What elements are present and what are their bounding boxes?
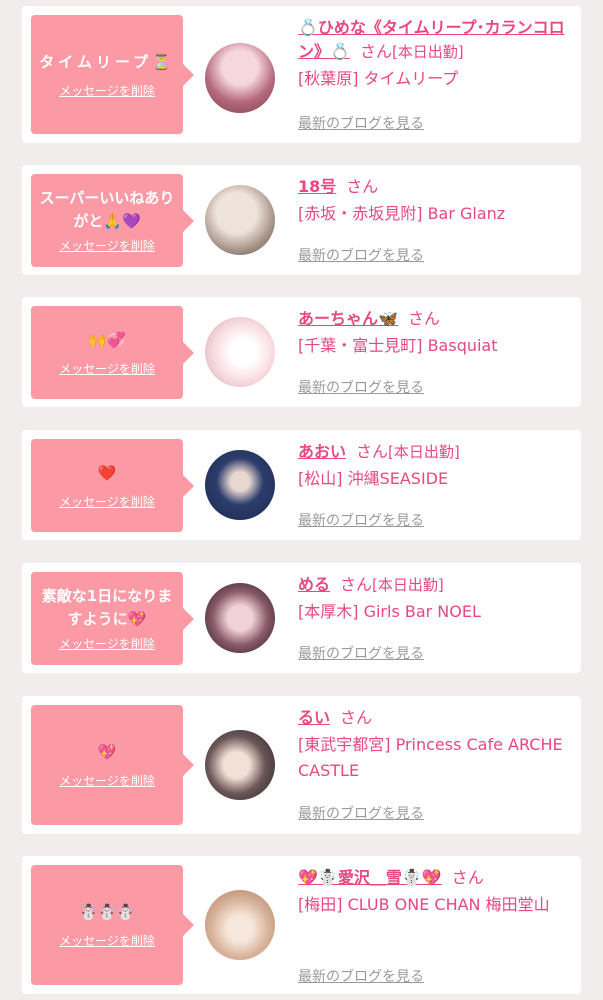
cast-name-link[interactable]: るい [298, 708, 330, 727]
latest-blog-link[interactable]: 最新のブログを見る [298, 966, 424, 986]
message-text: タイムリープ⏳ [39, 52, 175, 71]
message-text: スーパーいいねありがと🙏💜 [39, 189, 175, 230]
shop-name: [東武宇都宮] Princess Cafe ARCHE CASTLE [298, 735, 563, 780]
status-badge: [本日出勤] [391, 43, 464, 61]
shop-name: [梅田] CLUB ONE CHAN 梅田堂山 [298, 895, 550, 914]
status-badge: [本日出勤] [388, 443, 460, 461]
cast-info: あーちゃん🦋 さん [千葉・富士見町] Basquiat 最新のブログを見る [298, 307, 571, 402]
cast-info: 💍ひめな《タイムリープ･カランコロン》💍 さん[本日出勤] [秋葉原] タイムリー… [298, 16, 571, 136]
latest-blog-link[interactable]: 最新のブログを見る [298, 510, 424, 530]
honorific: さん [407, 309, 440, 328]
avatar[interactable] [205, 185, 275, 255]
honorific: さん [359, 42, 392, 61]
cast-info: るい さん [東武宇都宮] Princess Cafe ARCHE CASTLE … [298, 706, 571, 828]
shop-name: [本厚木] Girls Bar NOEL [298, 602, 481, 621]
latest-blog-link[interactable]: 最新のブログを見る [298, 643, 424, 663]
message-bubble: 🙌💞 メッセージを削除 [31, 306, 194, 399]
shop-name: [千葉・富士見町] Basquiat [298, 336, 498, 355]
list-item: ❤️ メッセージを削除 あおい さん[本日出勤] [松山] 沖縄SEASIDE 最… [22, 430, 581, 540]
message-text: 💖 [97, 743, 117, 761]
cast-info: 💖☃️愛沢＿雪☃️💖 さん [梅田] CLUB ONE CHAN 梅田堂山 最新の… [298, 866, 571, 988]
cast-info: 18号 さん [赤坂・赤坂見附] Bar Glanz 最新のブログを見る [298, 175, 571, 270]
avatar[interactable] [205, 730, 275, 800]
avatar[interactable] [205, 450, 275, 520]
message-bubble: 素敵な1日になりますように💖 メッセージを削除 [31, 572, 194, 665]
list-item: 💖 メッセージを削除 るい さん [東武宇都宮] Princess Cafe AR… [22, 696, 581, 834]
avatar[interactable] [205, 43, 275, 113]
list-item: スーパーいいねありがと🙏💜 メッセージを削除 18号 さん [赤坂・赤坂見附] B… [22, 165, 581, 275]
honorific: さん [451, 868, 484, 887]
honorific: さん [356, 442, 389, 461]
cast-name-link[interactable]: 💖☃️愛沢＿雪☃️💖 [298, 868, 442, 887]
delete-message-link[interactable]: メッセージを削除 [59, 237, 155, 254]
avatar[interactable] [205, 890, 275, 960]
shop-name: [松山] 沖縄SEASIDE [298, 469, 449, 488]
list-item: ☃️☃️☃️ メッセージを削除 💖☃️愛沢＿雪☃️💖 さん [梅田] CLUB O… [22, 856, 581, 994]
list-item: タイムリープ⏳ メッセージを削除 💍ひめな《タイムリープ･カランコロン》💍 さん[… [22, 6, 581, 143]
cast-name-link[interactable]: める [298, 575, 330, 594]
message-bubble: 💖 メッセージを削除 [31, 705, 194, 825]
cast-name-link[interactable]: あおい [298, 442, 346, 461]
message-text: ☃️☃️☃️ [78, 903, 136, 921]
shop-name: [赤坂・赤坂見附] Bar Glanz [298, 204, 506, 223]
avatar[interactable] [205, 317, 275, 387]
message-bubble: スーパーいいねありがと🙏💜 メッセージを削除 [31, 174, 194, 267]
message-bubble: ❤️ メッセージを削除 [31, 439, 194, 532]
honorific: さん [340, 708, 373, 727]
delete-message-link[interactable]: メッセージを削除 [59, 493, 155, 510]
status-badge: [本日出勤] [372, 576, 444, 594]
shop-name: [秋葉原] タイムリープ [298, 69, 459, 88]
delete-message-link[interactable]: メッセージを削除 [59, 360, 155, 377]
latest-blog-link[interactable]: 最新のブログを見る [298, 245, 424, 265]
latest-blog-link[interactable]: 最新のブログを見る [298, 803, 424, 823]
delete-message-link[interactable]: メッセージを削除 [59, 82, 155, 99]
cast-name-link[interactable]: あーちゃん🦋 [298, 309, 398, 328]
list-item: 🙌💞 メッセージを削除 あーちゃん🦋 さん [千葉・富士見町] Basquiat … [22, 297, 581, 407]
cast-info: める さん[本日出勤] [本厚木] Girls Bar NOEL 最新のブログを見… [298, 573, 571, 668]
cast-name-link[interactable]: 18号 [298, 177, 336, 196]
cast-info: あおい さん[本日出勤] [松山] 沖縄SEASIDE 最新のブログを見る [298, 440, 571, 535]
message-text: ❤️ [97, 463, 117, 482]
delete-message-link[interactable]: メッセージを削除 [59, 772, 155, 789]
message-bubble: タイムリープ⏳ メッセージを削除 [31, 15, 194, 134]
latest-blog-link[interactable]: 最新のブログを見る [298, 113, 424, 133]
latest-blog-link[interactable]: 最新のブログを見る [298, 377, 424, 397]
delete-message-link[interactable]: メッセージを削除 [59, 932, 155, 949]
list-item: 素敵な1日になりますように💖 メッセージを削除 める さん[本日出勤] [本厚木]… [22, 563, 581, 673]
avatar[interactable] [205, 583, 275, 653]
delete-message-link[interactable]: メッセージを削除 [59, 635, 155, 652]
message-text: 🙌💞 [88, 330, 126, 349]
message-text: 素敵な1日になりますように💖 [41, 587, 173, 628]
honorific: さん [340, 575, 373, 594]
message-bubble: ☃️☃️☃️ メッセージを削除 [31, 865, 194, 985]
honorific: さん [346, 177, 379, 196]
